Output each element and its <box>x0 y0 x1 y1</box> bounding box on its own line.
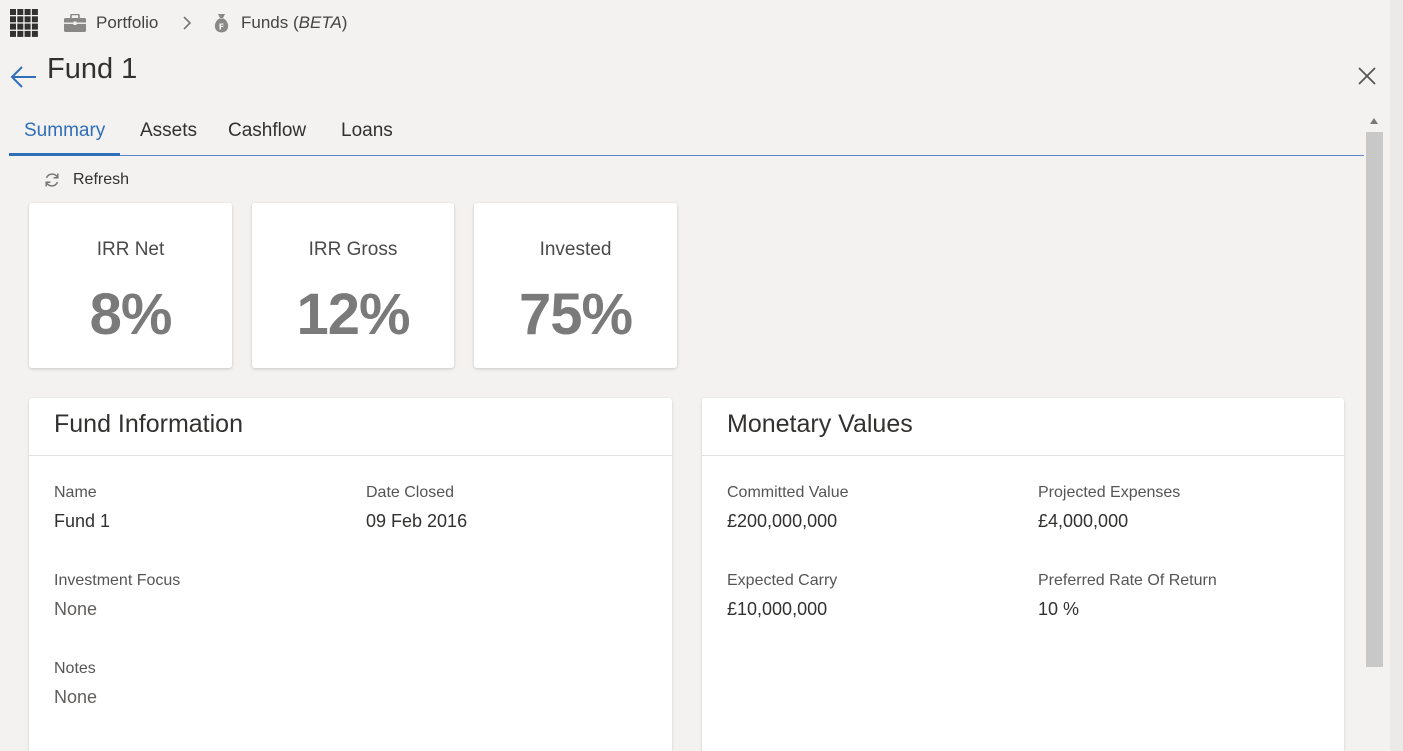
breadcrumb-funds-label: Funds (BETA) <box>241 13 348 32</box>
kpi-irr-net: IRR Net 8% <box>29 203 232 368</box>
top-bar: Portfolio F Funds (BETA) <box>0 0 1403 46</box>
kpi-value: 75% <box>518 282 633 347</box>
field-preferred-rate-of-return: Preferred Rate Of Return 10 % <box>1038 572 1217 620</box>
field-date-closed: Date Closed 09 Feb 2016 <box>366 484 467 532</box>
chevron-right-icon <box>183 16 192 30</box>
tab-assets[interactable]: Assets <box>125 120 212 155</box>
field-label: Projected Expenses <box>1038 484 1181 501</box>
app-launcher-icon[interactable] <box>10 9 38 37</box>
monetary-values-card: Monetary Values Committed Value £200,000… <box>702 398 1344 751</box>
field-investment-focus: Investment Focus None <box>54 572 180 620</box>
kpi-label: IRR Gross <box>308 239 398 260</box>
field-value: 10 % <box>1038 599 1080 619</box>
refresh-button[interactable]: Refresh <box>43 169 129 191</box>
money-bag-icon: F <box>214 14 229 33</box>
kpi-invested: Invested 75% <box>474 203 677 368</box>
tab-loans[interactable]: Loans <box>326 120 408 155</box>
tab-bar: Summary Assets Cashflow Loans <box>9 112 1364 156</box>
tab-cashflow[interactable]: Cashflow <box>213 120 321 155</box>
kpi-label: IRR Net <box>96 239 165 260</box>
field-value: £10,000,000 <box>727 599 828 619</box>
title-row: Fund 1 <box>0 50 1403 100</box>
refresh-label: Refresh <box>73 171 130 188</box>
fund-information-title: Fund Information <box>29 398 672 456</box>
monetary-values-title: Monetary Values <box>702 398 1344 456</box>
scrollbar-thumb[interactable] <box>1366 132 1383 667</box>
field-expected-carry: Expected Carry £10,000,000 <box>727 572 837 620</box>
field-projected-expenses: Projected Expenses £4,000,000 <box>1038 484 1180 532</box>
field-label: Name <box>54 484 97 501</box>
kpi-value: 12% <box>296 282 410 347</box>
refresh-icon <box>45 173 59 187</box>
field-label: Notes <box>54 660 96 677</box>
field-notes: Notes None <box>54 660 97 708</box>
page-title: Fund 1 <box>47 53 138 85</box>
field-value: 09 Feb 2016 <box>366 511 468 531</box>
field-label: Committed Value <box>727 484 849 501</box>
field-value: Fund 1 <box>54 511 111 531</box>
field-committed-value: Committed Value £200,000,000 <box>727 484 849 532</box>
scroll-up-arrow-icon[interactable] <box>1369 116 1379 126</box>
breadcrumb-portfolio[interactable]: Portfolio <box>64 12 158 34</box>
field-value: None <box>54 687 98 707</box>
briefcase-icon <box>64 14 86 32</box>
kpi-irr-gross: IRR Gross 12% <box>252 203 454 368</box>
fund-information-card: Fund Information Name Fund 1 Date Closed… <box>29 398 672 751</box>
close-icon[interactable] <box>1355 64 1379 88</box>
field-label: Date Closed <box>366 484 455 501</box>
back-arrow-icon[interactable] <box>9 64 37 88</box>
field-label: Preferred Rate Of Return <box>1038 572 1217 589</box>
svg-text:F: F <box>219 23 224 32</box>
outer-scrollbar-rail <box>1390 0 1403 751</box>
field-value: None <box>54 599 98 619</box>
tab-summary[interactable]: Summary <box>9 120 121 156</box>
breadcrumb-portfolio-label: Portfolio <box>96 13 159 32</box>
field-value: £4,000,000 <box>1038 511 1129 531</box>
field-value: £200,000,000 <box>727 511 838 531</box>
field-name: Name Fund 1 <box>54 484 110 532</box>
kpi-value: 8% <box>89 282 173 347</box>
kpi-label: Invested <box>539 239 612 260</box>
field-label: Investment Focus <box>54 572 181 589</box>
field-label: Expected Carry <box>727 572 838 589</box>
breadcrumb-funds[interactable]: F Funds (BETA) <box>212 12 347 34</box>
